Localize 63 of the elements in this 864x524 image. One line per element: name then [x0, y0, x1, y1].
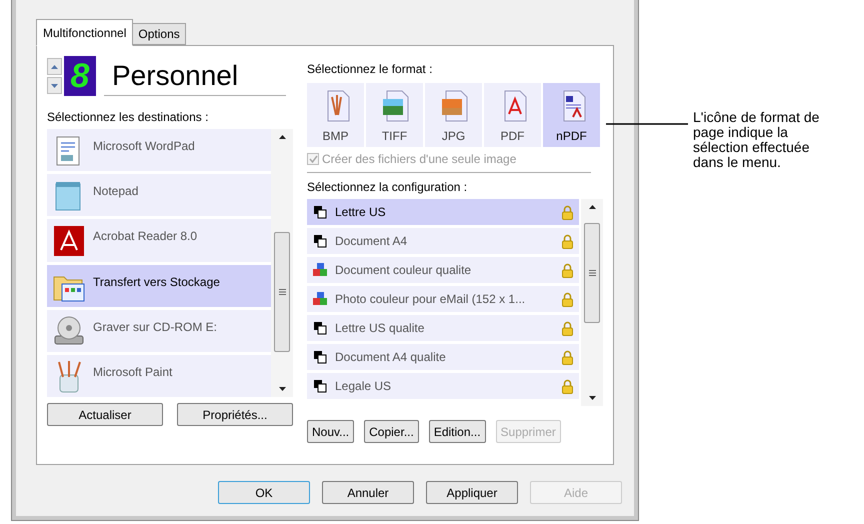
profile-name: Personnel: [104, 56, 286, 96]
scrollbar-thumb[interactable]: [274, 232, 290, 352]
lock-icon: [562, 350, 573, 364]
configuration-item[interactable]: Lettre US qualite: [307, 315, 579, 341]
up-arrow-icon: [51, 64, 58, 68]
configuration-item[interactable]: Legale US: [307, 373, 579, 399]
spin-up-button[interactable]: [47, 58, 62, 75]
destination-item[interactable]: Graver sur CD-ROM E:: [47, 310, 271, 352]
button[interactable]: Copier...: [364, 420, 419, 443]
up-arrow-icon: [588, 205, 596, 209]
button[interactable]: Appliquer: [426, 481, 518, 504]
lock-icon: [562, 320, 573, 336]
down-arrow-icon: [278, 387, 286, 391]
format-option[interactable]: TIFF: [366, 83, 423, 147]
scrollbar[interactable]: [271, 129, 293, 397]
lock-icon: [562, 204, 573, 220]
configuration-label: Sélectionnez la configuration :: [307, 179, 468, 196]
down-arrow-icon: [51, 84, 58, 88]
color-cubes-icon: [313, 292, 327, 306]
grip-icon: [588, 270, 596, 276]
destination-item[interactable]: Acrobat Reader 8.0: [47, 219, 271, 262]
button[interactable]: Annuler: [322, 481, 414, 504]
tab[interactable]: Multifonctionnel: [36, 19, 134, 46]
configuration-item[interactable]: Document A4 qualite: [307, 344, 579, 370]
configuration-item[interactable]: Photo couleur pour eMail (152 x 1...: [307, 286, 579, 312]
format-option[interactable]: PDF: [484, 83, 541, 147]
tab[interactable]: Options: [133, 23, 186, 45]
button[interactable]: Edition...: [428, 420, 486, 443]
lock-icon: [562, 234, 573, 248]
format-option[interactable]: nPDF: [543, 83, 600, 147]
format-option[interactable]: BMP: [307, 83, 364, 147]
button[interactable]: Actualiser: [47, 403, 163, 426]
configuration-item[interactable]: Document A4: [307, 228, 579, 254]
lock-icon: [562, 292, 573, 306]
checkbox-label: Créer des fichiers d'une seule image: [322, 151, 516, 168]
lock-icon: [562, 262, 573, 278]
color-cubes-icon: [313, 263, 327, 277]
format-option[interactable]: JPG: [425, 83, 482, 147]
spin-down-button[interactable]: [47, 77, 62, 94]
up-arrow-icon: [278, 135, 286, 139]
button[interactable]: Propriétés...: [177, 403, 293, 426]
scrollbar[interactable]: [581, 199, 603, 406]
button[interactable]: OK: [218, 481, 310, 504]
pages-icon: [313, 379, 327, 393]
lock-icon: [562, 378, 573, 394]
destination-item[interactable]: Transfert vers Stockage: [47, 264, 271, 307]
configuration-item[interactable]: Lettre US: [307, 199, 579, 225]
configuration-item[interactable]: Document couleur qualite: [307, 257, 579, 283]
pages-icon: [313, 350, 327, 364]
destination-item[interactable]: Notepad: [47, 174, 271, 216]
destinations-label: Sélectionnez les destinations :: [47, 109, 210, 126]
down-arrow-icon: [588, 396, 596, 400]
scrollbar-thumb[interactable]: [584, 223, 600, 323]
pages-icon: [313, 234, 327, 248]
button[interactable]: Nouv...: [307, 420, 354, 443]
callout-text: L'icône de format de page indique la sélection effectuée dans le menu.: [693, 110, 820, 170]
grip-icon: [278, 289, 286, 295]
pages-icon: [313, 205, 327, 219]
format-label: Sélectionnez le format :: [307, 61, 434, 78]
profile-number: 8: [64, 56, 96, 96]
pages-icon: [313, 321, 327, 335]
destination-item[interactable]: Microsoft Paint: [47, 354, 271, 398]
destination-item[interactable]: Microsoft WordPad: [47, 129, 271, 172]
